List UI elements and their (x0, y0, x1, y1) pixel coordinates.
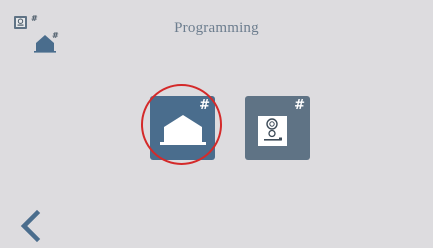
back-button[interactable] (18, 208, 48, 244)
page-title: Programming (174, 20, 259, 36)
programming-screen: # # Programming # # (0, 0, 433, 248)
chevron-left-icon (20, 209, 41, 243)
home-programming-button[interactable]: # (150, 96, 215, 160)
home-tile-badge: # (199, 98, 210, 113)
intercom-programming-button[interactable]: # (245, 96, 310, 160)
intercom-tile-badge: # (294, 98, 305, 113)
